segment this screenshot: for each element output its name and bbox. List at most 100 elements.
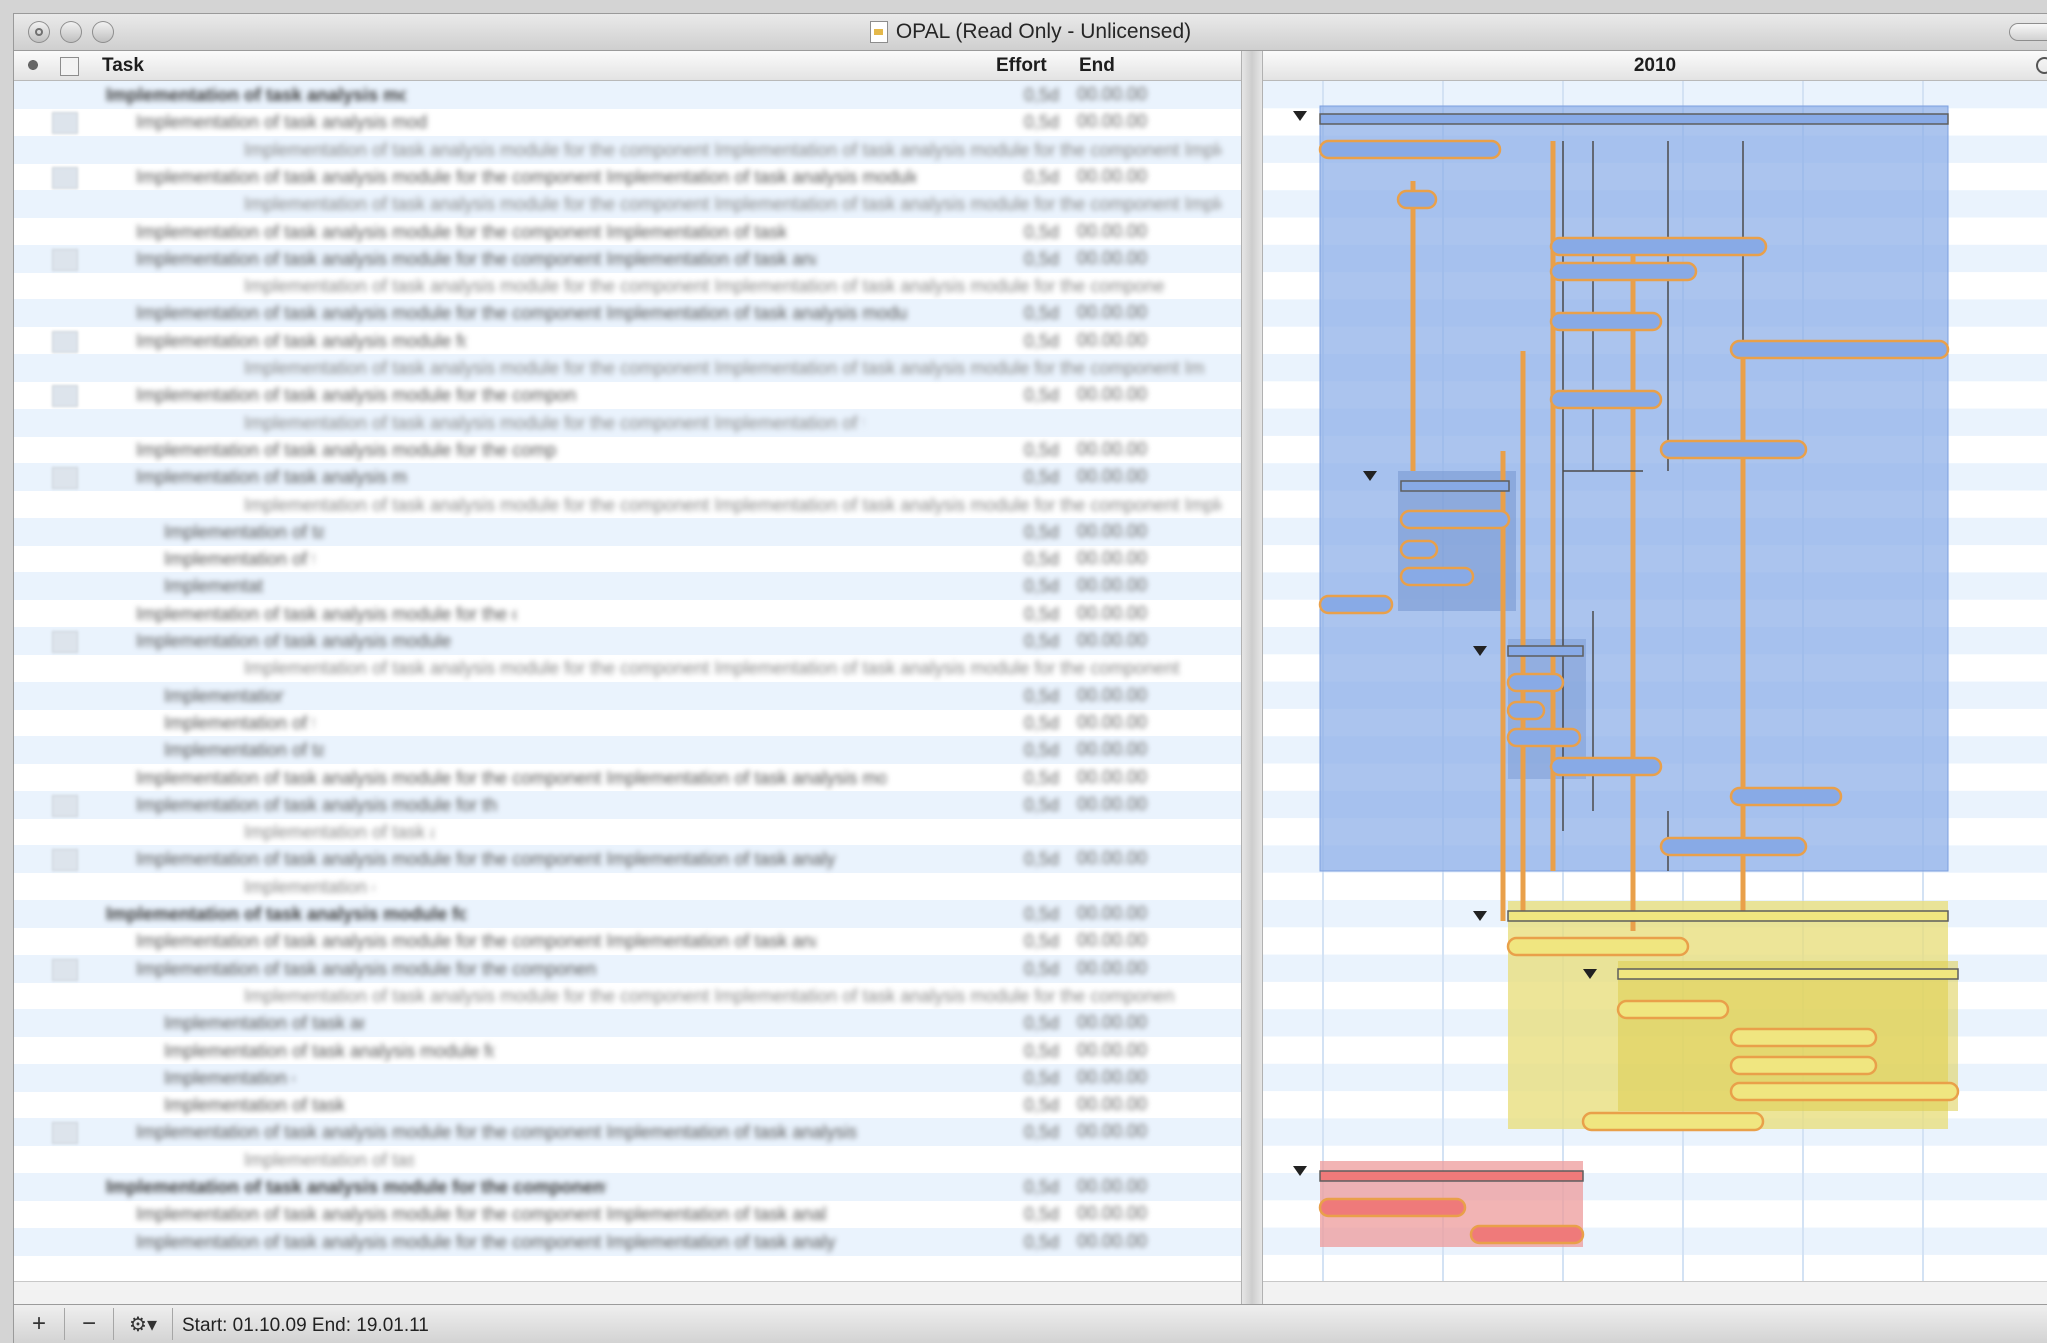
- gantt-task-bar: [1659, 836, 1808, 857]
- task-effort-blurred: 0,5d: [1024, 85, 1060, 105]
- project-date-range: Start: 01.10.09 End: 19.01.11: [182, 1315, 429, 1336]
- task-row[interactable]: Implementation of task analysis module f…: [14, 572, 1241, 601]
- end-column-header[interactable]: End: [1079, 55, 1115, 77]
- gantt-task-bar: [1399, 566, 1475, 587]
- task-row[interactable]: Implementation of task analysis module f…: [14, 818, 1241, 846]
- task-row[interactable]: Implementation of task analysis module f…: [14, 954, 1241, 983]
- task-row[interactable]: Implementation of task analysis module f…: [14, 272, 1241, 300]
- task-end-blurred: 00.00.00: [1077, 739, 1148, 760]
- task-row[interactable]: Implementation of task analysis module f…: [14, 1037, 1241, 1065]
- gantt-task-bar: [1659, 439, 1808, 460]
- task-title-blurred: Implementation of task analysis module f…: [136, 1122, 856, 1143]
- task-row[interactable]: Implementation of task analysis module f…: [14, 517, 1241, 546]
- task-row[interactable]: Implementation of task analysis module f…: [14, 900, 1241, 928]
- task-effort-blurred: 0,5d: [1024, 248, 1060, 269]
- task-row[interactable]: Implementation of task analysis module f…: [14, 491, 1241, 519]
- task-row[interactable]: Implementation of task analysis module f…: [14, 408, 1241, 437]
- bottom-toolbar: + − ⚙▾ Start: 01.10.09 End: 19.01.11: [14, 1304, 2047, 1343]
- task-row[interactable]: Implementation of task analysis module f…: [14, 1091, 1241, 1119]
- note-icon: [52, 794, 78, 817]
- task-row[interactable]: Implementation of task analysis module f…: [14, 299, 1241, 328]
- gantt-task-bar: [1506, 936, 1690, 957]
- task-title-blurred: Implementation of task analysis module f…: [136, 1231, 836, 1252]
- task-effort-blurred: 0,5d: [1024, 112, 1060, 133]
- window-title: OPAL (Read Only - Unlicensed): [895, 20, 1192, 43]
- task-row[interactable]: Implementation of task analysis module f…: [14, 736, 1241, 765]
- task-end-blurred: 00.00.00: [1077, 165, 1148, 186]
- task-end-blurred: 00.00.00: [1077, 684, 1148, 705]
- gantt-task-bar: [1729, 1027, 1878, 1048]
- gantt-timeline-header: 2010: [1263, 51, 2047, 81]
- task-effort-blurred: 0,5d: [1024, 1231, 1060, 1252]
- task-row[interactable]: Implementation of task analysis module f…: [14, 436, 1241, 464]
- task-row[interactable]: Implementation of task analysis module f…: [14, 764, 1241, 792]
- task-row[interactable]: Implementation of task analysis module f…: [14, 1200, 1241, 1228]
- task-row[interactable]: Implementation of task analysis module f…: [14, 1227, 1241, 1256]
- task-row[interactable]: Implementation of task analysis module f…: [14, 354, 1241, 382]
- task-row[interactable]: Implementation of task analysis module f…: [14, 1173, 1241, 1201]
- task-row[interactable]: Implementation of task analysis module f…: [14, 873, 1241, 901]
- task-row[interactable]: Implementation of task analysis module f…: [14, 845, 1241, 874]
- task-effort-blurred: 0,5d: [1024, 1122, 1060, 1143]
- task-effort-blurred: 0,5d: [1024, 221, 1060, 242]
- task-effort-blurred: 0,5d: [1024, 931, 1060, 952]
- task-row[interactable]: Implementation of task analysis module f…: [14, 135, 1241, 164]
- task-row[interactable]: Implementation of task analysis module f…: [14, 1063, 1241, 1092]
- task-title-blurred: Implementation of task analysis module f…: [244, 139, 1221, 160]
- task-row[interactable]: Implementation of task analysis module f…: [14, 218, 1241, 246]
- task-row[interactable]: Implementation of task analysis module f…: [14, 163, 1241, 191]
- task-rows: Implementation of task analysis module f…: [14, 81, 1241, 1261]
- task-title-blurred: Implementation of task analysis module f…: [106, 1177, 606, 1197]
- task-row[interactable]: Implementation of task analysis module f…: [14, 1118, 1241, 1147]
- status-column-icon[interactable]: [24, 56, 42, 74]
- task-column-header[interactable]: Task: [102, 55, 144, 77]
- task-row[interactable]: Implementation of task analysis module f…: [14, 381, 1241, 409]
- task-row[interactable]: Implementation of task analysis module f…: [14, 545, 1241, 573]
- remove-task-button[interactable]: −: [65, 1308, 114, 1340]
- task-end-blurred: 00.00.00: [1077, 711, 1148, 732]
- task-title-blurred: Implementation of task analysis module f…: [164, 521, 324, 542]
- effort-column-header[interactable]: Effort: [996, 55, 1047, 77]
- pane-splitter[interactable]: [1241, 51, 1263, 1321]
- task-row[interactable]: Implementation of task analysis module f…: [14, 627, 1241, 655]
- task-end-blurred: 00.00.00: [1077, 1066, 1148, 1087]
- task-title-blurred: Implementation of task analysis module f…: [244, 412, 864, 433]
- task-title-blurred: Implementation of task analysis module f…: [136, 931, 816, 952]
- task-title-blurred: Implementation of task analysis module f…: [136, 303, 906, 324]
- task-effort-blurred: 0,5d: [1024, 794, 1060, 815]
- task-title-blurred: Implementation of task analysis module f…: [136, 631, 456, 651]
- task-row[interactable]: Implementation of task analysis module f…: [14, 244, 1241, 273]
- task-row[interactable]: Implementation of task analysis module f…: [14, 927, 1241, 955]
- task-title-blurred: Implementation of task analysis module f…: [164, 1095, 344, 1116]
- search-icon[interactable]: [2036, 57, 2047, 74]
- gear-icon[interactable]: ⚙▾: [114, 1308, 173, 1340]
- task-row[interactable]: Implementation of task analysis module f…: [14, 681, 1241, 710]
- note-column-icon[interactable]: [60, 57, 79, 76]
- task-row[interactable]: Implementation of task analysis module f…: [14, 790, 1241, 819]
- task-effort-blurred: 0,5d: [1024, 767, 1060, 788]
- add-task-button[interactable]: +: [14, 1308, 65, 1340]
- toolbar-toggle-button[interactable]: [2009, 23, 2047, 41]
- gantt-task-bar: [1549, 261, 1698, 282]
- task-row[interactable]: Implementation of task analysis module f…: [14, 108, 1241, 136]
- task-effort-blurred: 0,5d: [1024, 958, 1060, 979]
- task-row[interactable]: Implementation of task analysis module f…: [14, 463, 1241, 492]
- task-row[interactable]: Implementation of task analysis module f…: [14, 81, 1241, 109]
- task-row[interactable]: Implementation of task analysis module f…: [14, 1146, 1241, 1174]
- task-row[interactable]: Implementation of task analysis module f…: [14, 1009, 1241, 1038]
- task-row[interactable]: Implementation of task analysis module f…: [14, 982, 1241, 1010]
- outline-scrollbar[interactable]: [14, 1281, 1241, 1304]
- task-row[interactable]: Implementation of task analysis module f…: [14, 190, 1241, 219]
- gantt-row-stripe: [1263, 81, 2047, 109]
- outline-column-header: Task Effort End: [14, 51, 1241, 81]
- gantt-task-bar: [1729, 786, 1843, 807]
- task-row[interactable]: Implementation of task analysis module f…: [14, 327, 1241, 355]
- task-row[interactable]: Implementation of task analysis module f…: [14, 709, 1241, 737]
- task-row[interactable]: Implementation of task analysis module f…: [14, 600, 1241, 628]
- task-title-blurred: Implementation of task analysis module f…: [244, 876, 374, 897]
- gantt-summary-bar: [1507, 910, 1949, 922]
- note-icon: [52, 330, 78, 353]
- task-row[interactable]: Implementation of task analysis module f…: [14, 654, 1241, 682]
- task-end-blurred: 00.00.00: [1077, 84, 1148, 104]
- gantt-scrollbar[interactable]: [1263, 1281, 2047, 1304]
